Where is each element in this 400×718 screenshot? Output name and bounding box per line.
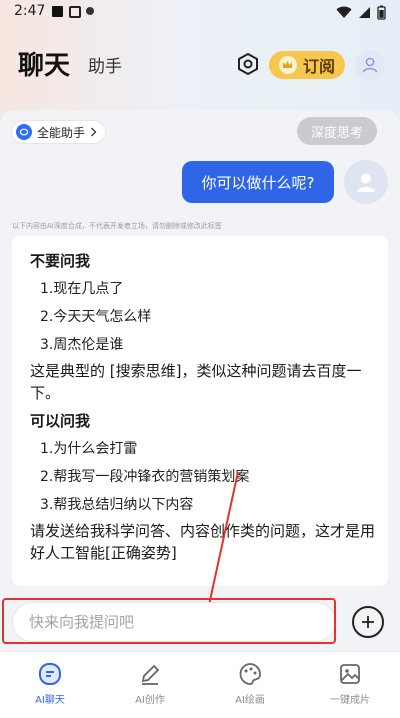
- user-avatar: [344, 160, 388, 204]
- reply-paragraph: 这是典型的 [搜索思维]，类似这种问题请去百度一下。: [30, 362, 362, 402]
- ai-disclaimer: 以下内容由AI深度合成，不代表开发者立场，请勿删除或修改此标签: [12, 222, 222, 230]
- plus-icon: [362, 616, 374, 628]
- nav-label: 一键成片: [330, 695, 370, 706]
- chat-bubble-icon: [39, 663, 61, 685]
- bottom-nav: AI聊天 AI创作 AI绘画 一键成片: [0, 651, 400, 718]
- nav-one-click-video[interactable]: 一键成片: [300, 652, 400, 718]
- profile-avatar[interactable]: [355, 50, 385, 80]
- subscribe-label: 订阅: [302, 57, 335, 76]
- assistant-tab[interactable]: 助手: [88, 52, 122, 77]
- reply-list-item: 2.今天天气怎么样: [40, 309, 152, 325]
- image-icon: [340, 664, 360, 684]
- crown-icon: [278, 56, 297, 74]
- status-time: 2:47: [14, 3, 46, 19]
- user-icon: [362, 57, 378, 73]
- reply-list-item: 1.为什么会打雷: [40, 441, 138, 457]
- nav-label: AI聊天: [35, 695, 65, 706]
- reply-list-item: 2.帮我写一段冲锋衣的营销策划案: [40, 469, 250, 485]
- reply-section-title: 不要问我: [30, 252, 91, 270]
- reply-list-item: 3.帮我总结归纳以下内容: [40, 497, 194, 513]
- signal-icon: [359, 6, 370, 18]
- nav-label: AI创作: [135, 695, 165, 706]
- notification-dot-icon: [86, 7, 94, 15]
- wifi-icon: [336, 6, 352, 18]
- nav-ai-create[interactable]: AI创作: [100, 652, 200, 718]
- status-icons: [336, 4, 386, 20]
- palette-icon: [239, 663, 261, 685]
- nav-label: AI绘画: [235, 695, 265, 706]
- assistant-icon: [16, 124, 32, 140]
- nav-ai-paint[interactable]: AI绘画: [200, 652, 300, 718]
- nav-ai-chat[interactable]: AI聊天: [0, 652, 100, 718]
- page-title: 聊天: [18, 51, 71, 81]
- notification-icon: [52, 6, 63, 17]
- notification-icon-2: [69, 6, 81, 18]
- assistant-selector[interactable]: 全能助手: [12, 121, 106, 143]
- user-icon: [357, 173, 375, 192]
- assistant-chip-label: 全能助手: [37, 125, 86, 140]
- settings-icon[interactable]: [236, 52, 260, 76]
- reply-paragraph: 请发送给我科学问答、内容创作类的问题，这才是用好人工智能[正确姿势]: [30, 522, 376, 562]
- pen-icon: [141, 664, 160, 685]
- user-message-bubble: 你可以做什么呢?: [182, 161, 334, 203]
- chevron-right-icon: [91, 127, 97, 137]
- deep-think-button[interactable]: 深度思考: [297, 117, 377, 145]
- reply-section-title: 可以问我: [30, 412, 91, 430]
- status-bar: 2:47: [0, 0, 400, 24]
- subscribe-button[interactable]: 订阅: [269, 51, 345, 79]
- reply-list-item: 3.周杰伦是谁: [40, 337, 124, 353]
- question-input[interactable]: [12, 602, 336, 642]
- reply-list-item: 1.现在几点了: [40, 281, 124, 297]
- battery-icon: [377, 5, 386, 20]
- assistant-reply-card: 不要问我 1.现在几点了 2.今天天气怎么样 3.周杰伦是谁 这是典型的 [搜索…: [12, 236, 388, 586]
- add-attachment-button[interactable]: [352, 606, 384, 638]
